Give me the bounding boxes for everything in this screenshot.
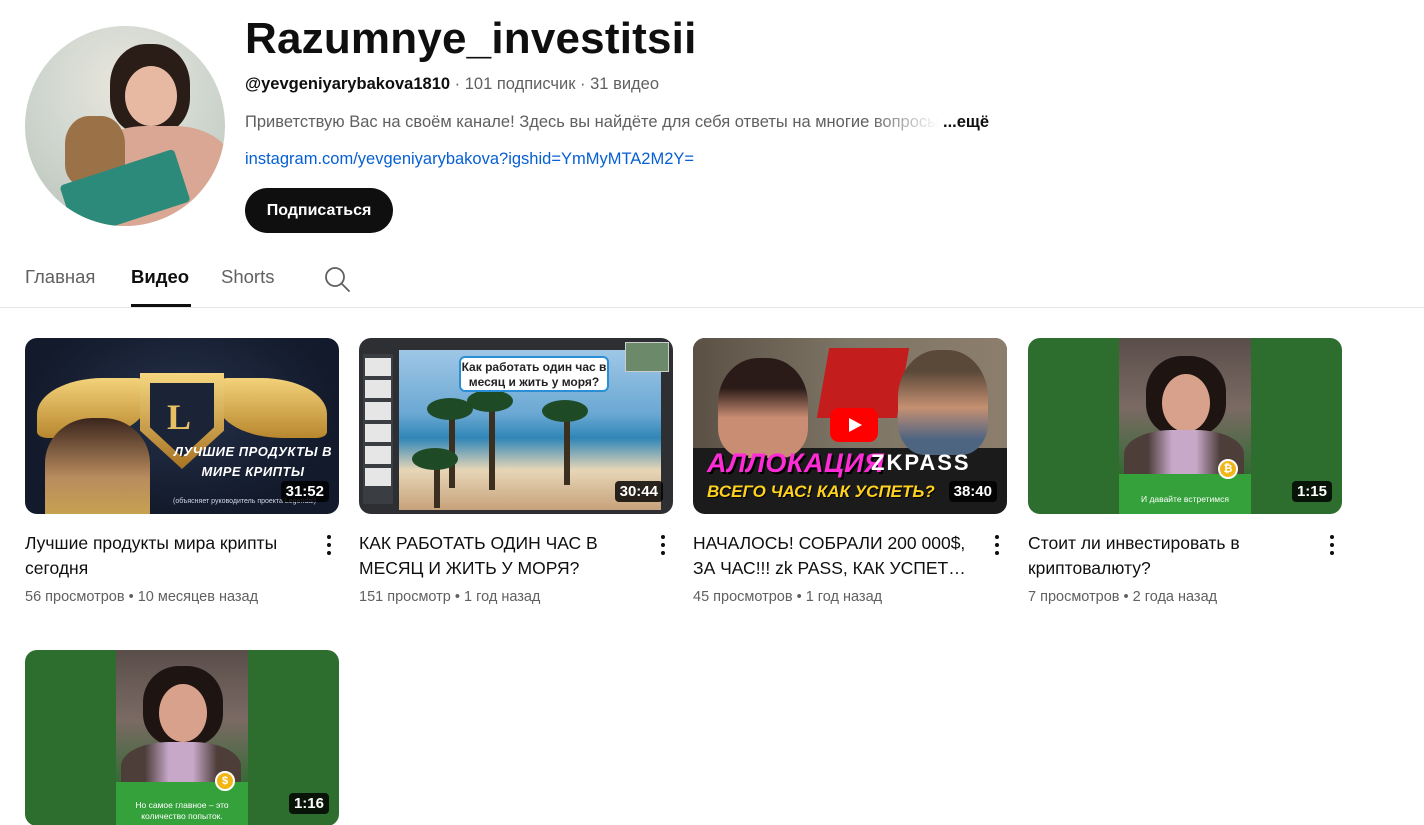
video-title[interactable]: КАК РАБОТАТЬ ОДИН ЧАС В МЕСЯЦ И ЖИТЬ У М… — [359, 531, 639, 581]
youtube-play-icon — [830, 408, 878, 442]
video-title[interactable]: НАЧАЛОСЬ! СОБРАЛИ 200 000$, ЗА ЧАС!!! zk… — [693, 531, 973, 581]
video-views: 7 просмотров — [1028, 589, 1120, 605]
video-duration: 1:15 — [1291, 481, 1332, 502]
video-card[interactable]: ₿ И давайте встретимся 1:15 Стоит ли инв… — [1028, 338, 1342, 605]
channel-description[interactable]: Приветствую Вас на своём канале! Здесь в… — [245, 113, 1005, 132]
channel-stats: · 101 подписчик · 31 видео — [450, 75, 660, 93]
video-age: 1 год назад — [805, 589, 883, 605]
video-meta: 45 просмотров • 1 год назад — [693, 589, 882, 605]
bitcoin-coin-icon: ₿ — [1218, 459, 1238, 479]
more-vert-icon[interactable] — [653, 533, 673, 557]
video-card[interactable]: L ЛУЧШИЕ ПРОДУКТЫ В МИРЕ КРИПТЫ (объясня… — [25, 338, 339, 605]
video-duration: 1:16 — [288, 793, 329, 814]
active-tab-indicator — [131, 304, 191, 307]
video-card[interactable]: $ Но самое главное – это количество попы… — [25, 650, 339, 825]
video-meta: 56 просмотров • 10 месяцев назад — [25, 589, 258, 605]
video-age: 1 год назад — [464, 589, 541, 605]
video-card[interactable]: Как работать один час в месяц и жить у м… — [359, 338, 673, 605]
more-vert-icon[interactable] — [319, 533, 339, 557]
tab-videos[interactable]: Видео — [131, 266, 189, 288]
thumbnail-caption: И давайте встретимся — [1140, 494, 1229, 504]
video-age: 10 месяцев назад — [137, 589, 259, 605]
video-duration: 31:52 — [280, 481, 329, 502]
thumbnail-caption: Но самое главное – это количество попыто… — [135, 800, 229, 821]
video-views: 56 просмотров — [25, 589, 125, 605]
video-title[interactable]: Стоит ли инвестировать в криптовалюту? — [1028, 531, 1308, 581]
meta-separator: • — [454, 589, 460, 605]
channel-header: Razumnye_investitsii @yevgeniyarybakova1… — [0, 0, 1424, 240]
more-button[interactable]: ...ещё — [943, 113, 989, 131]
video-thumbnail[interactable]: $ Но самое главное – это количество попы… — [25, 650, 339, 825]
meta-separator: • — [1123, 589, 1129, 605]
channel-title: Razumnye_investitsii — [245, 14, 697, 63]
subscribe-button[interactable]: Подписаться — [245, 188, 393, 233]
video-age: 2 года назад — [1132, 589, 1218, 605]
video-thumbnail[interactable]: АЛЛОКАЦИЯ ZKPASS ВСЕГО ЧАС! КАК УСПЕТЬ? … — [693, 338, 1007, 514]
meta-separator: • — [796, 589, 802, 605]
thumbnail-brand: ZKPASS — [871, 450, 971, 475]
video-meta: 7 просмотров • 2 года назад — [1028, 589, 1217, 605]
search-icon[interactable] — [324, 266, 350, 292]
video-title[interactable]: Лучшие продукты мира крипты сегодня — [25, 531, 305, 581]
channel-avatar[interactable] — [25, 26, 225, 226]
channel-link[interactable]: instagram.com/yevgeniyarybakova?igshid=Y… — [245, 150, 694, 169]
dollar-coin-icon: $ — [215, 771, 235, 791]
video-thumbnail[interactable]: ₿ И давайте встретимся 1:15 — [1028, 338, 1342, 514]
meta-separator: • — [128, 589, 134, 605]
video-duration: 30:44 — [614, 481, 663, 502]
video-views: 151 просмотр — [359, 589, 451, 605]
video-meta: 151 просмотр • 1 год назад — [359, 589, 540, 605]
thumbnail-logo-letter: L — [167, 397, 192, 437]
channel-meta: @yevgeniyarybakova1810 · 101 подписчик ·… — [245, 75, 659, 94]
tab-home[interactable]: Главная — [25, 266, 95, 288]
channel-tabs: Главная Видео Shorts — [0, 255, 1424, 308]
video-thumbnail[interactable]: L ЛУЧШИЕ ПРОДУКТЫ В МИРЕ КРИПТЫ (объясня… — [25, 338, 339, 514]
thumbnail-caption: Как работать один час в месяц и жить у м… — [459, 356, 609, 392]
tab-shorts[interactable]: Shorts — [221, 266, 274, 288]
description-text[interactable]: Приветствую Вас на своём канале! Здесь в… — [245, 113, 939, 132]
video-card[interactable]: АЛЛОКАЦИЯ ZKPASS ВСЕГО ЧАС! КАК УСПЕТЬ? … — [693, 338, 1007, 605]
more-vert-icon[interactable] — [1322, 533, 1342, 557]
thumbnail-caption: АЛЛОКАЦИЯ — [707, 448, 885, 478]
thumbnail-caption: ЛУЧШИЕ ПРОДУКТЫ В МИРЕ КРИПТЫ — [173, 444, 333, 479]
video-thumbnail[interactable]: Как работать один час в месяц и жить у м… — [359, 338, 673, 514]
video-views: 45 просмотров — [693, 589, 793, 605]
video-duration: 38:40 — [948, 481, 997, 502]
thumbnail-subcaption: ВСЕГО ЧАС! КАК УСПЕТЬ? — [707, 482, 935, 501]
channel-handle: @yevgeniyarybakova1810 — [245, 75, 451, 93]
more-vert-icon[interactable] — [987, 533, 1007, 557]
